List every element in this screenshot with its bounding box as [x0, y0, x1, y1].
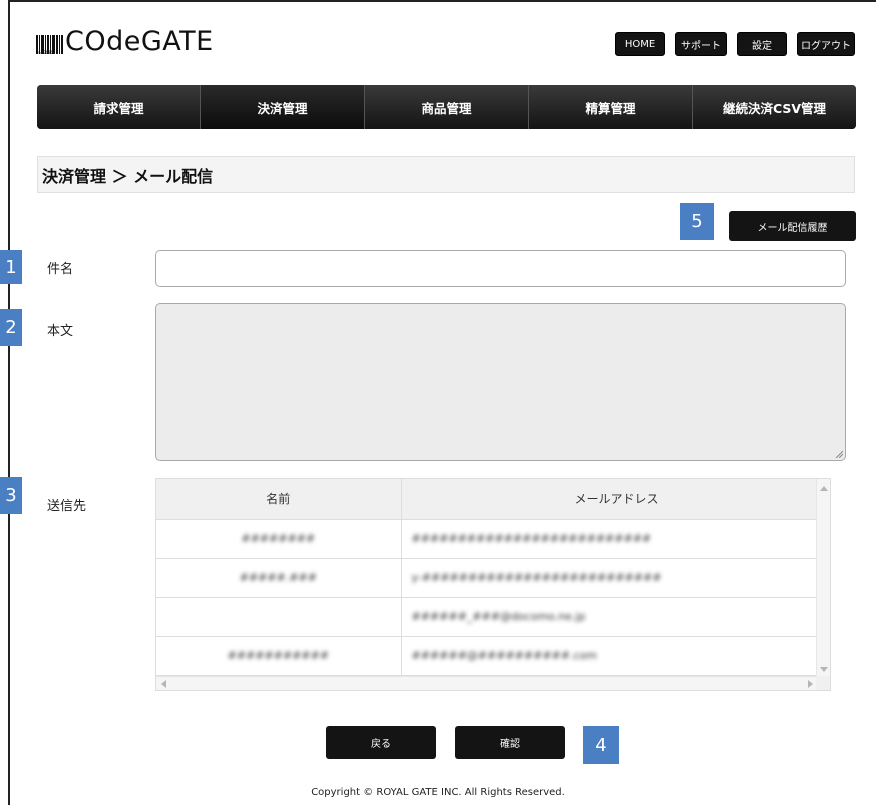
horizontal-scrollbar[interactable]	[156, 676, 818, 690]
column-header-email: メールアドレス	[401, 479, 830, 520]
main-nav: 請求管理 決済管理 商品管理 精算管理 継続決済CSV管理	[37, 85, 856, 129]
recipient-name: ###########	[227, 649, 329, 662]
recipient-email: ##########################	[411, 532, 652, 545]
subject-label: 件名	[47, 262, 74, 277]
confirm-button[interactable]: 確認	[455, 726, 565, 759]
barcode-icon: 26306365	[36, 30, 63, 55]
recipient-email: y-##########################	[411, 571, 662, 584]
body-label: 本文	[47, 324, 74, 339]
annotation-badge-5: 5	[680, 203, 714, 240]
recipient-name: #####.###	[239, 571, 317, 584]
resize-grip-icon[interactable]	[835, 450, 843, 458]
recipients-label: 送信先	[47, 499, 87, 514]
nav-item-recurring-csv[interactable]: 継続決済CSV管理	[693, 85, 856, 129]
table-row[interactable]: ######_###@docomo.ne.jp	[156, 597, 830, 637]
table-row[interactable]: ########### ######@##########.com	[156, 636, 830, 676]
top-links: HOME サポート 設定 ログアウト	[615, 32, 855, 56]
barcode-digits: 26306365	[36, 50, 56, 55]
window-frame-top	[8, 0, 876, 2]
annotation-badge-3: 3	[0, 477, 22, 514]
breadcrumb-bar: 決済管理 ＞ メール配信	[37, 156, 855, 193]
annotation-badge-2: 2	[0, 309, 22, 346]
body-textarea[interactable]	[155, 303, 846, 461]
vertical-scrollbar[interactable]	[816, 479, 830, 678]
nav-item-billing[interactable]: 請求管理	[37, 85, 201, 129]
scroll-down-icon[interactable]	[820, 667, 828, 672]
scroll-up-icon[interactable]	[820, 486, 828, 491]
recipient-email: ######_###@docomo.ne.jp	[411, 610, 586, 623]
home-button[interactable]: HOME	[615, 32, 665, 56]
scrollbar-corner	[816, 676, 830, 690]
logo[interactable]: 26306365 COdeGATE	[36, 28, 214, 56]
subject-input[interactable]	[155, 250, 846, 287]
table-row[interactable]: #####.### y-##########################	[156, 558, 830, 598]
annotation-badge-4: 4	[583, 726, 619, 764]
table-row[interactable]: ######## ##########################	[156, 519, 830, 559]
column-header-name: 名前	[156, 479, 402, 520]
nav-item-settlement[interactable]: 精算管理	[529, 85, 693, 129]
annotation-badge-1: 1	[0, 250, 22, 284]
support-button[interactable]: サポート	[675, 32, 727, 56]
recipients-table[interactable]: 名前 メールアドレス ######## ####################…	[155, 478, 831, 691]
scroll-left-icon[interactable]	[161, 680, 166, 688]
copyright-text: Copyright © ROYAL GATE INC. All Rights R…	[311, 787, 565, 798]
logout-button[interactable]: ログアウト	[797, 32, 855, 56]
scroll-right-icon[interactable]	[808, 680, 813, 688]
recipient-email: ######@##########.com	[411, 649, 597, 662]
recipient-name: ########	[241, 532, 316, 545]
logo-text: COdeGATE	[65, 26, 214, 57]
page-title: 決済管理 ＞ メール配信	[42, 166, 214, 186]
nav-item-payment[interactable]: 決済管理	[201, 85, 365, 129]
window-frame-left	[8, 0, 10, 805]
settings-button[interactable]: 設定	[737, 32, 787, 56]
mail-history-button[interactable]: メール配信履歴	[729, 211, 856, 241]
nav-item-products[interactable]: 商品管理	[365, 85, 529, 129]
back-button[interactable]: 戻る	[326, 726, 436, 759]
